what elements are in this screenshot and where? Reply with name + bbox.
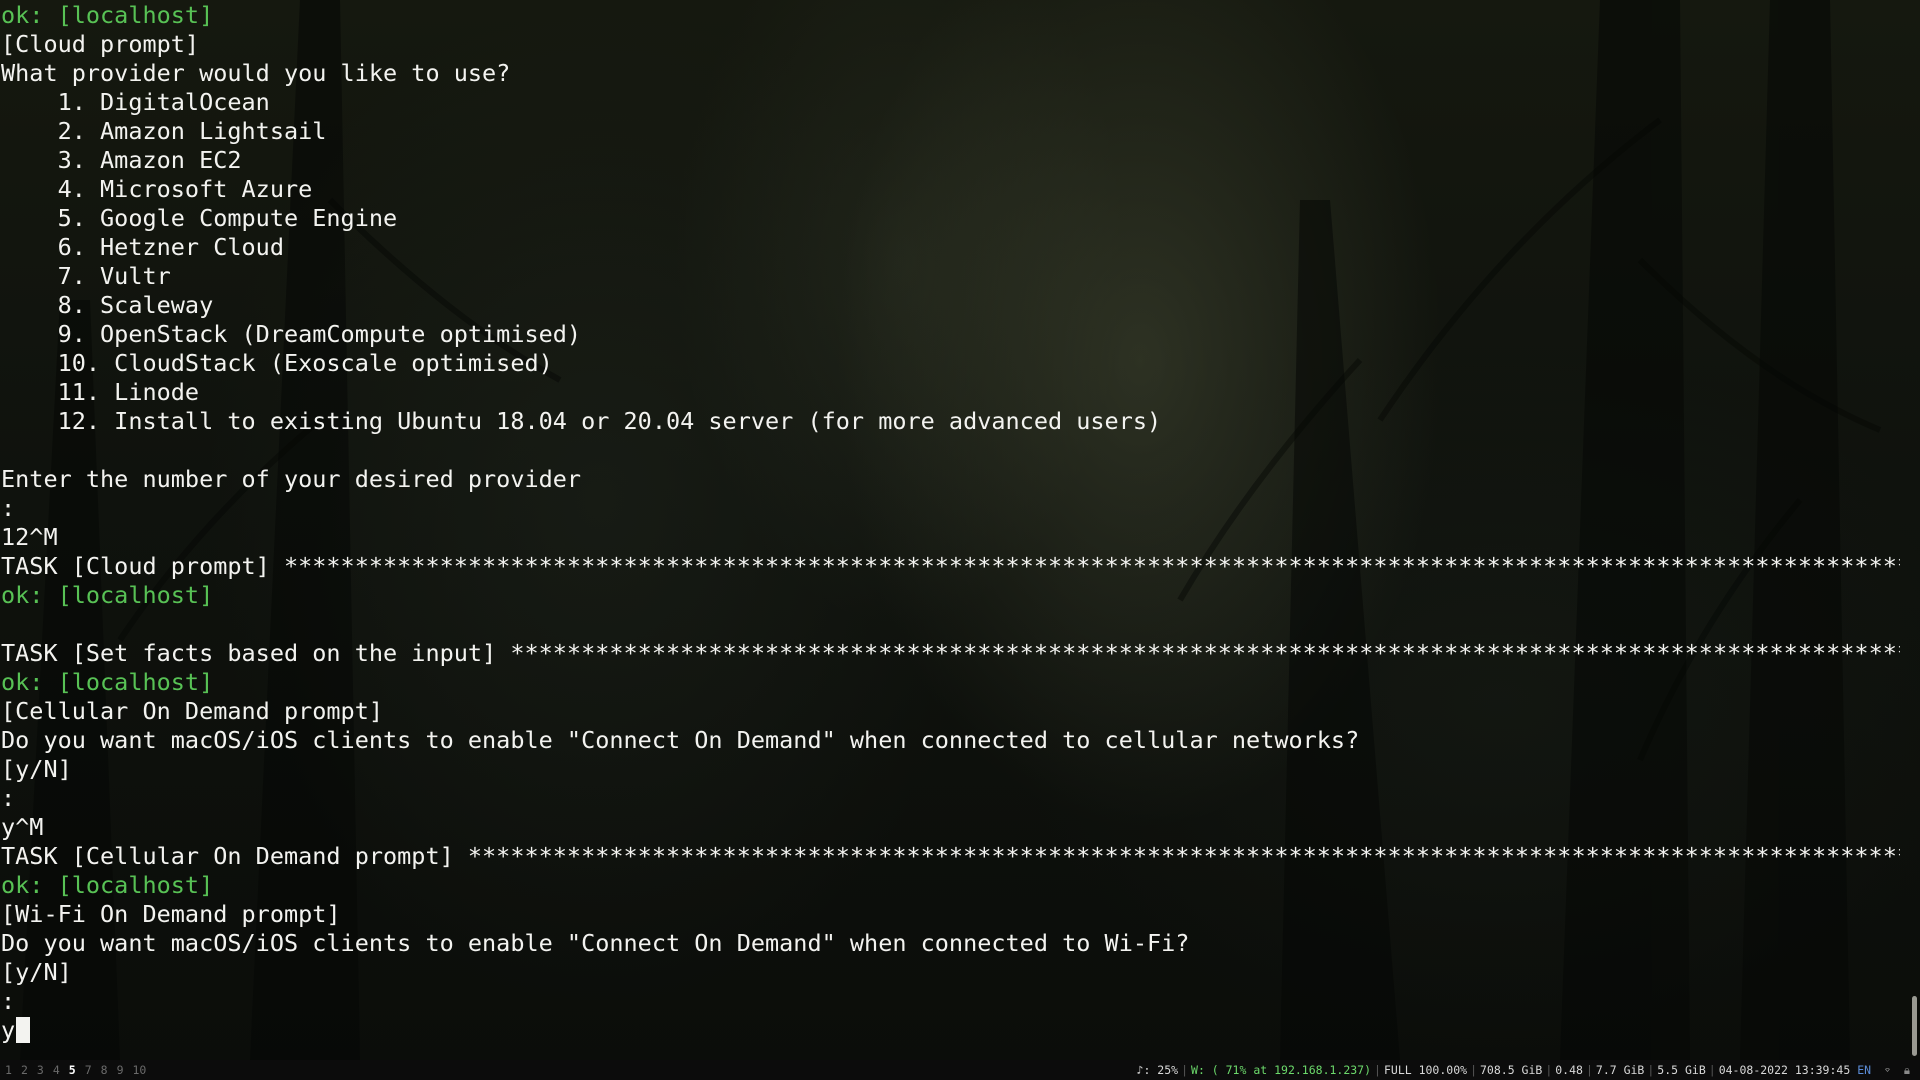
- scrollbar-thumb[interactable]: [1912, 996, 1917, 1056]
- workspace-8[interactable]: 8: [101, 1063, 108, 1077]
- output-line: Do you want macOS/iOS clients to enable …: [1, 726, 1360, 754]
- output-line: 4. Microsoft Azure: [1, 175, 313, 203]
- lock-icon[interactable]: 🔒︎: [1904, 1063, 1910, 1077]
- input-line: y: [1, 1016, 31, 1045]
- task-header-line: TASK [Cloud prompt] ********************…: [1, 552, 1900, 581]
- keyboard-layout[interactable]: EN: [1857, 1063, 1871, 1077]
- ok-status-line: ok: [localhost]: [1, 668, 214, 696]
- terminal-scrollbar[interactable]: [1908, 0, 1920, 1060]
- task-header-line: TASK [Set facts based on the input] ****…: [1, 639, 1900, 668]
- task-header-line: TASK [Cellular On Demand prompt] *******…: [1, 842, 1900, 871]
- output-line: :: [1, 987, 16, 1015]
- volume-indicator: ♪: 25%: [1136, 1063, 1179, 1077]
- output-line: 3. Amazon EC2: [1, 146, 242, 174]
- task-star-fill: ****************************************…: [467, 842, 1900, 870]
- clock: 04-08-2022 13:39:45: [1718, 1063, 1851, 1077]
- output-line: 5. Google Compute Engine: [1, 204, 398, 232]
- load-indicator: 0.48: [1555, 1063, 1583, 1077]
- output-line: 11. Linode: [1, 378, 200, 406]
- workspace-9[interactable]: 9: [117, 1063, 124, 1077]
- output-line: y^M: [1, 813, 44, 841]
- status-bar: 1 2 3 4 5 7 8 9 10 ♪: 25% | W: ( 71% at 192.168.1.…: [0, 1060, 1920, 1080]
- workspace-4[interactable]: 4: [53, 1063, 60, 1077]
- memory-free-indicator: 7.7 GiB: [1595, 1063, 1645, 1077]
- output-line: 1. DigitalOcean: [1, 88, 270, 116]
- output-line: 10. CloudStack (Exoscale optimised): [1, 349, 553, 377]
- output-line: Do you want macOS/iOS clients to enable …: [1, 929, 1190, 957]
- output-line: [Cellular On Demand prompt]: [1, 697, 384, 725]
- wifi-indicator: W: ( 71% at 192.168.1.237): [1191, 1063, 1372, 1077]
- ok-status-line: ok: [localhost]: [1, 581, 214, 609]
- output-line: 2. Amazon Lightsail: [1, 117, 327, 145]
- output-line: [y/N]: [1, 755, 72, 783]
- workspace-1[interactable]: 1: [5, 1063, 12, 1077]
- workspace-5[interactable]: 5: [69, 1063, 76, 1077]
- output-line: :: [1, 494, 16, 522]
- workspace-10[interactable]: 10: [133, 1063, 147, 1077]
- output-line: :: [1, 784, 16, 812]
- terminal-output[interactable]: ok: [localhost] [Cloud prompt] What provid…: [0, 0, 1906, 1060]
- output-line: [y/N]: [1, 958, 72, 986]
- text-cursor: [16, 1017, 31, 1043]
- output-line: 12. Install to existing Ubuntu 18.04 or …: [1, 407, 1162, 435]
- output-line: [Wi-Fi On Demand prompt]: [1, 900, 341, 928]
- wifi-icon[interactable]: ⌔: [1884, 1063, 1891, 1077]
- output-line: 7. Vultr: [1, 262, 171, 290]
- ok-status-line: ok: [localhost]: [1, 871, 214, 899]
- battery-indicator: FULL 100.00%: [1383, 1063, 1468, 1077]
- output-line: 12^M: [1, 523, 58, 551]
- output-line: 8. Scaleway: [1, 291, 214, 319]
- workspace-2[interactable]: 2: [21, 1063, 28, 1077]
- output-line: [Cloud prompt]: [1, 30, 200, 58]
- output-line: 9. OpenStack (DreamCompute optimised): [1, 320, 582, 348]
- ok-status-line: ok: [localhost]: [1, 1, 214, 29]
- task-star-fill: ****************************************…: [283, 552, 1900, 580]
- memory-used-indicator: 5.5 GiB: [1657, 1063, 1706, 1077]
- status-info: ♪: 25% | W: ( 71% at 192.168.1.237) | FULL 1…: [1136, 1063, 1910, 1077]
- workspace-7[interactable]: 7: [85, 1063, 92, 1077]
- output-line: What provider would you like to use?: [1, 59, 511, 87]
- workspace-3[interactable]: 3: [37, 1063, 44, 1077]
- output-line: 6. Hetzner Cloud: [1, 233, 284, 261]
- task-star-fill: ****************************************…: [510, 639, 1900, 667]
- output-line: Enter the number of your desired provide…: [1, 465, 582, 493]
- disk-indicator: 708.5 GiB: [1480, 1063, 1543, 1077]
- workspace-list[interactable]: 1 2 3 4 5 7 8 9 10: [5, 1060, 155, 1080]
